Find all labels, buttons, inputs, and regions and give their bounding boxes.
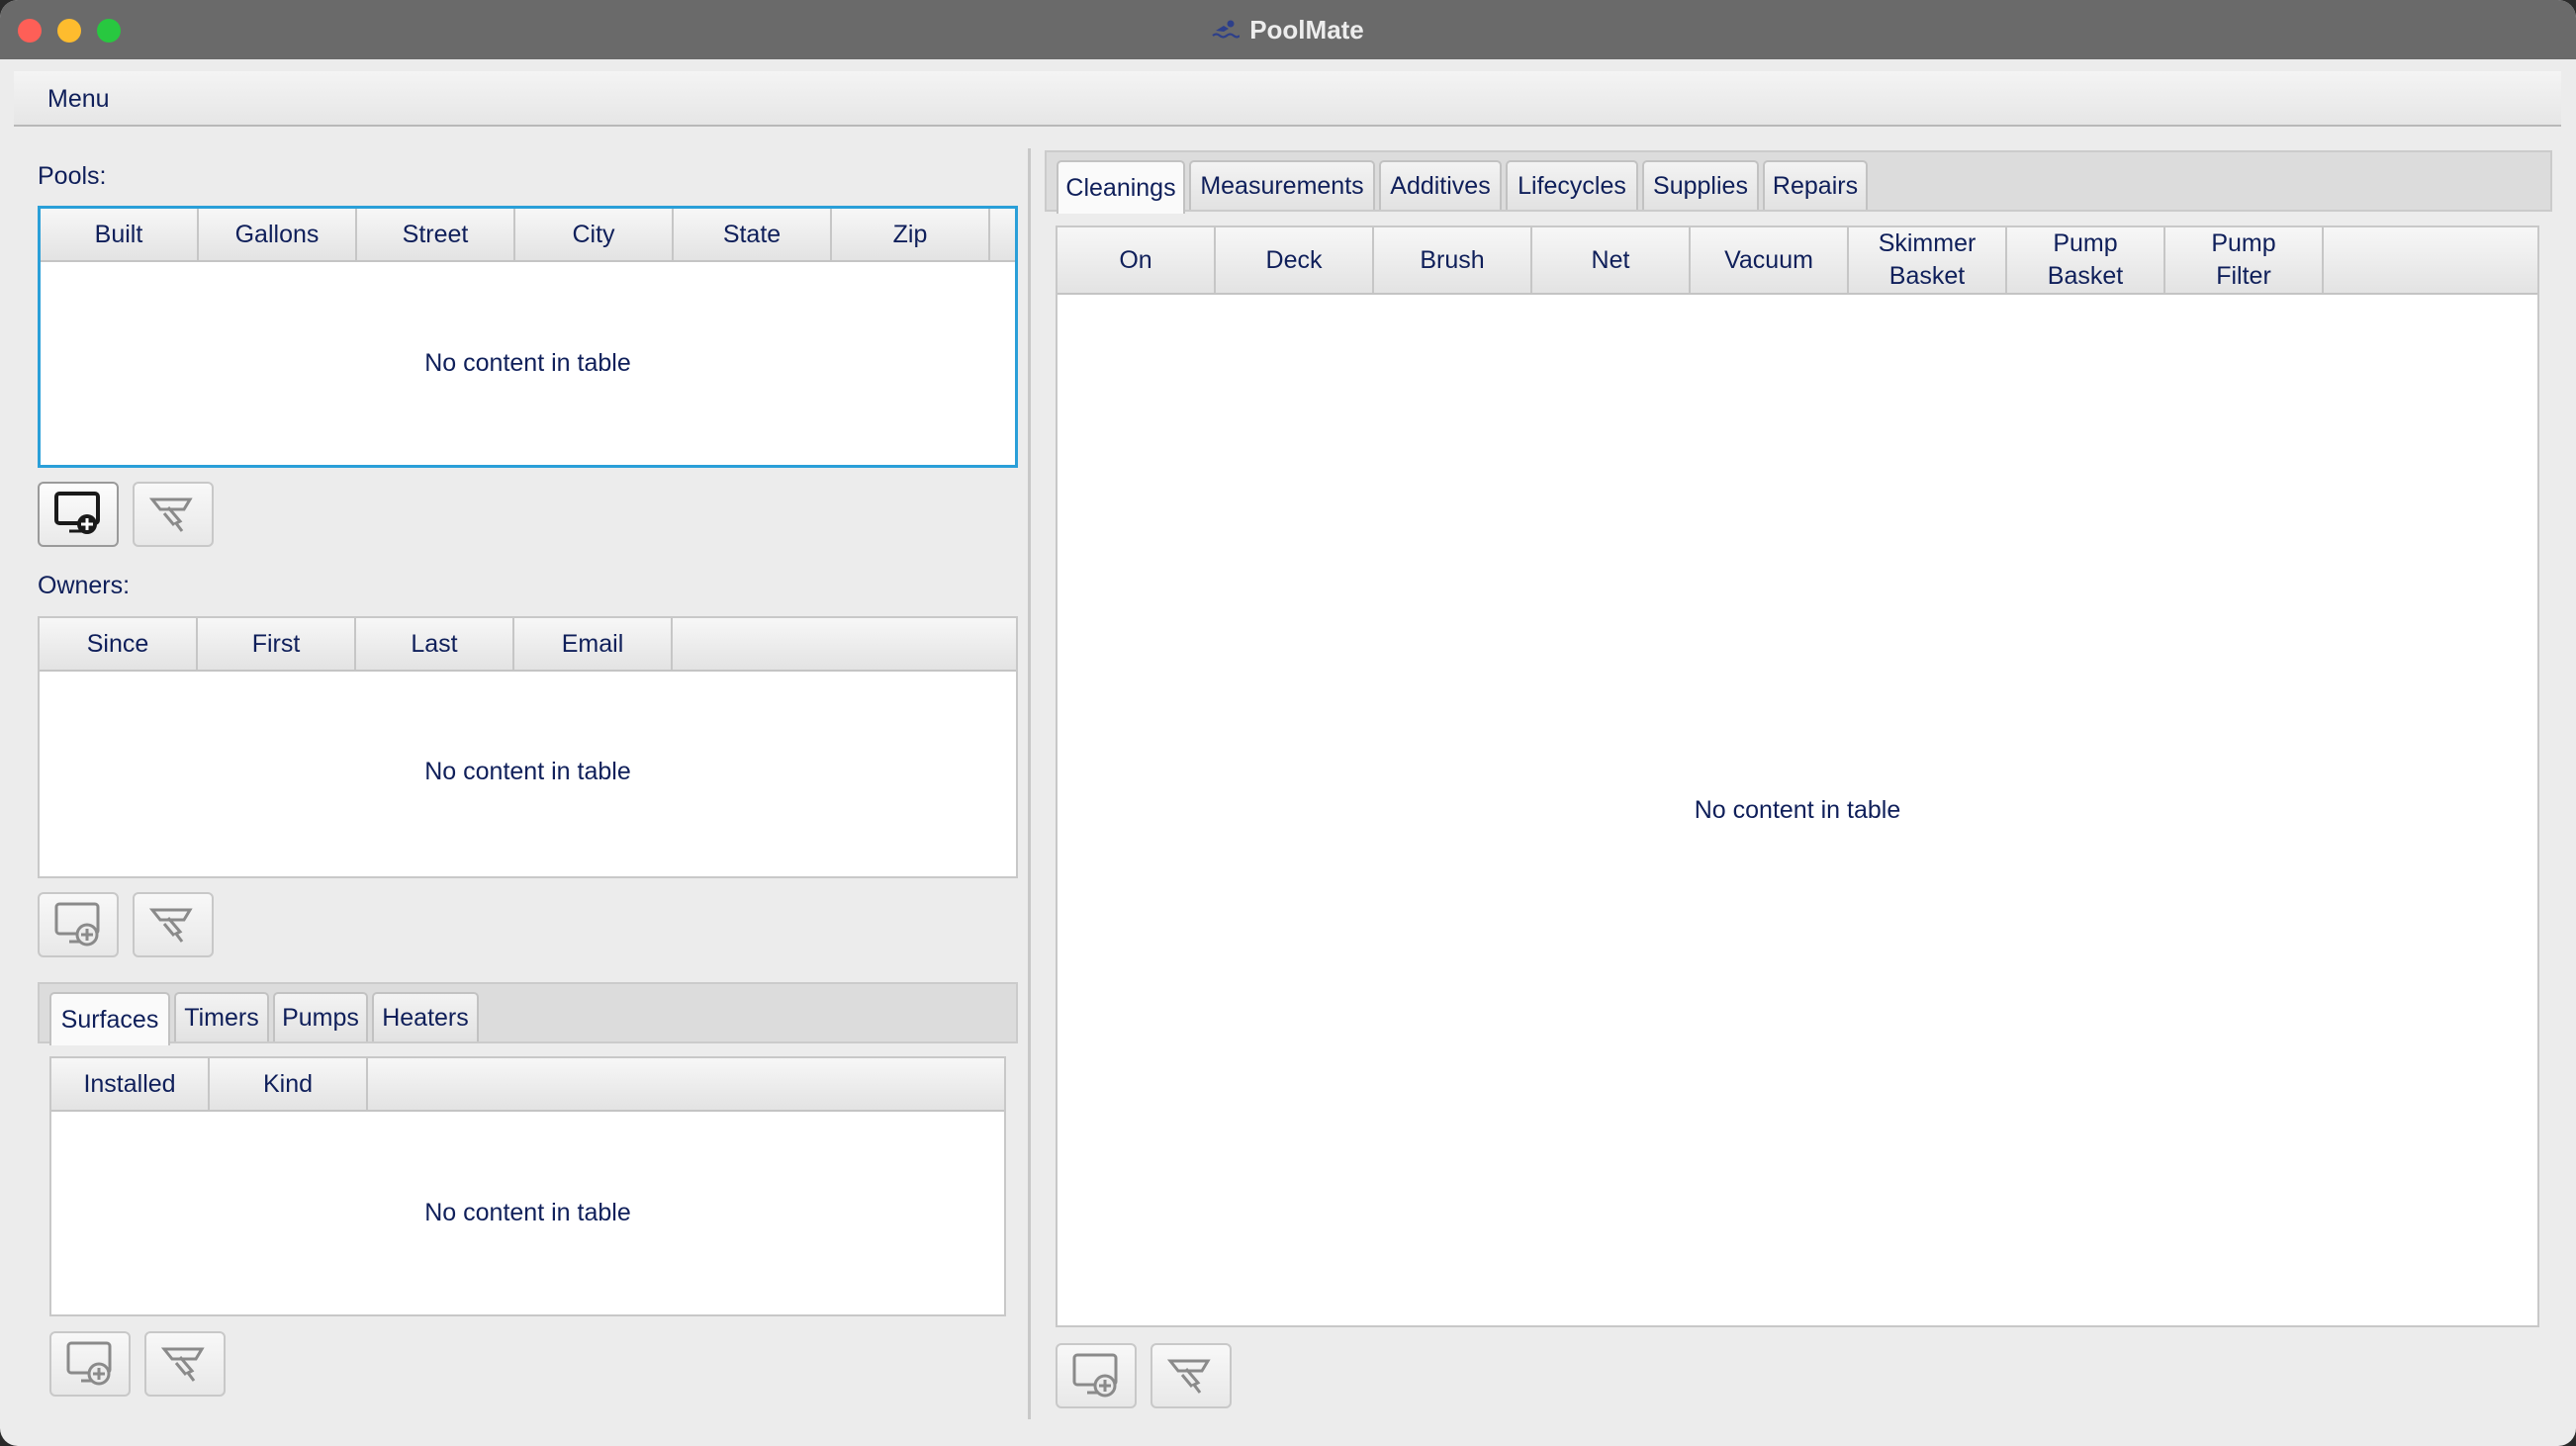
column-header-first[interactable]: First bbox=[198, 618, 356, 670]
maintenance-tab-bar: Cleanings Measurements Additives Lifecycles… bbox=[1045, 150, 2552, 214]
tab-supplies[interactable]: Supplies bbox=[1642, 160, 1759, 210]
tab-heaters[interactable]: Heaters bbox=[372, 992, 479, 1041]
menu-menu[interactable]: Menu bbox=[47, 85, 110, 114]
column-header-built[interactable]: Built bbox=[41, 209, 199, 260]
cleanings-empty-message: No content in table bbox=[1694, 796, 1901, 824]
column-header-gallons[interactable]: Gallons bbox=[199, 209, 357, 260]
add-owner-button[interactable] bbox=[38, 892, 119, 957]
pools-table[interactable]: Built Gallons Street City State Zip No conten… bbox=[38, 206, 1018, 468]
tab-repairs[interactable]: Repairs bbox=[1763, 160, 1868, 210]
add-pool-button[interactable] bbox=[38, 482, 119, 547]
column-header-last[interactable]: Last bbox=[356, 618, 514, 670]
menu-bar: Menu bbox=[14, 71, 2561, 127]
column-header-zip[interactable]: Zip bbox=[832, 209, 990, 260]
column-header-since[interactable]: Since bbox=[40, 618, 198, 670]
pools-label: Pools: bbox=[38, 162, 107, 190]
column-header-brush[interactable]: Brush bbox=[1374, 227, 1532, 293]
surfaces-table[interactable]: Installed Kind No content in table bbox=[49, 1056, 1006, 1316]
add-icon bbox=[1069, 1349, 1123, 1402]
owners-label: Owners: bbox=[38, 572, 131, 599]
edit-owner-button[interactable] bbox=[133, 892, 214, 957]
tab-timers[interactable]: Timers bbox=[174, 992, 269, 1041]
column-header-vacuum[interactable]: Vacuum bbox=[1691, 227, 1849, 293]
owners-table[interactable]: Since First Last Email No content in table bbox=[38, 616, 1018, 878]
column-header-deck[interactable]: Deck bbox=[1216, 227, 1374, 293]
pools-table-header: Built Gallons Street City State Zip bbox=[41, 209, 1015, 262]
column-header-email[interactable]: Email bbox=[514, 618, 673, 670]
edit-icon bbox=[146, 488, 200, 541]
column-header-pump-filter[interactable]: Pump Filter bbox=[2165, 227, 2324, 293]
edit-icon bbox=[146, 898, 200, 951]
pools-empty-message: No content in table bbox=[424, 349, 631, 377]
tab-lifecycles[interactable]: Lifecycles bbox=[1506, 160, 1638, 210]
title-bar: PoolMate bbox=[0, 0, 2576, 59]
pool-parts-tab-bar: Surfaces Timers Pumps Heaters bbox=[38, 982, 1018, 1045]
add-icon bbox=[63, 1337, 117, 1391]
tab-measurements[interactable]: Measurements bbox=[1189, 160, 1375, 210]
edit-icon bbox=[158, 1337, 212, 1391]
edit-pool-button[interactable] bbox=[133, 482, 214, 547]
window-title: PoolMate bbox=[1249, 14, 1364, 45]
app-window: PoolMate Menu Pools: Built Gallons Street C… bbox=[0, 0, 2576, 1446]
add-icon bbox=[51, 898, 105, 951]
add-icon bbox=[51, 488, 105, 541]
edit-icon bbox=[1164, 1349, 1218, 1402]
column-header-kind[interactable]: Kind bbox=[210, 1058, 368, 1110]
column-header-street[interactable]: Street bbox=[357, 209, 515, 260]
column-header-on[interactable]: On bbox=[1058, 227, 1216, 293]
add-cleaning-button[interactable] bbox=[1056, 1343, 1137, 1408]
column-header-state[interactable]: State bbox=[674, 209, 832, 260]
cleanings-table-header: On Deck Brush Net Vacuum Skimmer Basket Pump B… bbox=[1058, 227, 2537, 295]
surfaces-empty-message: No content in table bbox=[424, 1199, 631, 1226]
tab-surfaces[interactable]: Surfaces bbox=[49, 992, 170, 1045]
edit-surface-button[interactable] bbox=[144, 1331, 226, 1397]
column-header-pump-basket[interactable]: Pump Basket bbox=[2007, 227, 2165, 293]
split-pane-divider[interactable] bbox=[1028, 148, 1031, 1419]
tab-pumps[interactable]: Pumps bbox=[273, 992, 368, 1041]
surfaces-table-header: Installed Kind bbox=[51, 1058, 1004, 1112]
tab-additives[interactable]: Additives bbox=[1379, 160, 1502, 210]
tab-cleanings[interactable]: Cleanings bbox=[1057, 160, 1185, 214]
column-header-city[interactable]: City bbox=[515, 209, 674, 260]
add-surface-button[interactable] bbox=[49, 1331, 131, 1397]
column-header-skimmer-basket[interactable]: Skimmer Basket bbox=[1849, 227, 2007, 293]
swimmer-icon bbox=[1212, 19, 1241, 41]
edit-cleaning-button[interactable] bbox=[1150, 1343, 1232, 1408]
owners-table-header: Since First Last Email bbox=[40, 618, 1016, 672]
cleanings-table[interactable]: On Deck Brush Net Vacuum Skimmer Basket Pump B… bbox=[1056, 226, 2539, 1327]
owners-empty-message: No content in table bbox=[424, 758, 631, 785]
column-header-net[interactable]: Net bbox=[1532, 227, 1691, 293]
column-header-installed[interactable]: Installed bbox=[51, 1058, 210, 1110]
